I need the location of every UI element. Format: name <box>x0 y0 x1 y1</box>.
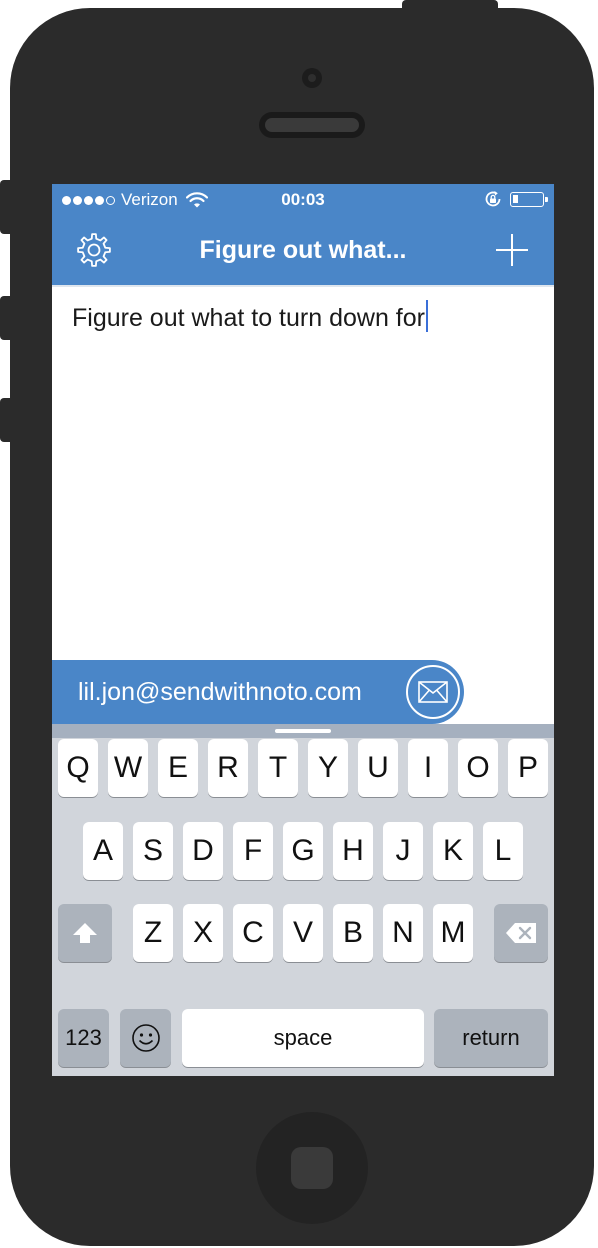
key-i[interactable]: I <box>408 739 448 797</box>
note-title: Figure out what... <box>199 236 407 264</box>
key-p[interactable]: P <box>508 739 548 797</box>
key-label: T <box>268 751 288 784</box>
new-note-button[interactable] <box>492 230 532 270</box>
text-caret <box>425 300 428 332</box>
home-button-square <box>291 1147 333 1189</box>
key-u[interactable]: U <box>358 739 398 797</box>
numbers-key-label: 123 <box>65 1025 102 1050</box>
shift-key[interactable] <box>58 904 112 962</box>
email-bar[interactable]: lil.jon@sendwithnoto.com <box>52 660 464 724</box>
screen: Verizon 00:03 Figure out what... Figure … <box>52 184 554 1076</box>
key-label: X <box>192 916 213 949</box>
return-key[interactable]: return <box>434 1009 548 1067</box>
key-a[interactable]: A <box>83 822 123 880</box>
key-label: Y <box>317 751 338 784</box>
key-k[interactable]: K <box>433 822 473 880</box>
emoji-key[interactable] <box>120 1009 171 1067</box>
key-g[interactable]: G <box>283 822 323 880</box>
battery-icon <box>510 191 548 207</box>
key-label: R <box>217 751 239 784</box>
key-c[interactable]: C <box>233 904 273 962</box>
key-label: E <box>167 751 188 784</box>
key-label: W <box>113 751 143 784</box>
key-label: F <box>243 834 263 867</box>
key-label: U <box>367 751 389 784</box>
key-o[interactable]: O <box>458 739 498 797</box>
note-text: Figure out what to turn down for <box>72 304 425 332</box>
key-x[interactable]: X <box>183 904 223 962</box>
key-t[interactable]: T <box>258 739 298 797</box>
gear-icon <box>77 233 111 267</box>
key-label: V <box>292 916 313 949</box>
key-label: L <box>494 834 512 867</box>
key-label: H <box>342 834 364 867</box>
key-label: G <box>291 834 315 867</box>
send-email-button[interactable] <box>406 665 460 719</box>
key-label: D <box>192 834 214 867</box>
key-label: C <box>242 916 264 949</box>
app-header: Verizon 00:03 Figure out what... <box>52 184 554 285</box>
status-right <box>484 190 548 208</box>
key-label: B <box>342 916 363 949</box>
key-label: M <box>440 916 466 949</box>
key-w[interactable]: W <box>108 739 148 797</box>
header-divider <box>52 285 554 287</box>
key-label: J <box>395 834 411 867</box>
key-label: Q <box>66 751 90 784</box>
key-label: S <box>142 834 163 867</box>
key-label: N <box>392 916 414 949</box>
key-v[interactable]: V <box>283 904 323 962</box>
key-d[interactable]: D <box>183 822 223 880</box>
backspace-icon <box>506 923 536 943</box>
key-n[interactable]: N <box>383 904 423 962</box>
key-label: K <box>442 834 463 867</box>
key-r[interactable]: R <box>208 739 248 797</box>
emoji-icon <box>131 1024 160 1052</box>
key-z[interactable]: Z <box>133 904 173 962</box>
navigation-bar: Figure out what... <box>52 216 554 285</box>
key-b[interactable]: B <box>333 904 373 962</box>
home-button[interactable] <box>256 1112 368 1224</box>
plus-icon <box>496 234 528 266</box>
status-time: 00:03 <box>281 190 325 209</box>
key-label: P <box>517 751 538 784</box>
envelope-icon <box>418 681 448 703</box>
key-q[interactable]: Q <box>58 739 98 797</box>
battery-level <box>513 194 518 203</box>
note-editor[interactable]: Figure out what to turn down for <box>72 300 428 333</box>
front-camera <box>302 68 322 88</box>
key-m[interactable]: M <box>433 904 473 962</box>
key-label: O <box>466 751 490 784</box>
key-y[interactable]: Y <box>308 739 348 797</box>
key-s[interactable]: S <box>133 822 173 880</box>
rotation-lock-icon <box>485 191 501 207</box>
earpiece-speaker <box>259 112 365 138</box>
numbers-key[interactable]: 123 <box>58 1009 109 1067</box>
key-e[interactable]: E <box>158 739 198 797</box>
space-key-label: space <box>273 1025 333 1050</box>
status-bar: Verizon 00:03 <box>52 184 554 216</box>
recipient-email: lil.jon@sendwithnoto.com <box>78 678 362 706</box>
key-label: I <box>423 751 433 784</box>
delete-key[interactable] <box>494 904 548 962</box>
key-h[interactable]: H <box>333 822 373 880</box>
shift-icon <box>73 923 97 943</box>
key-f[interactable]: F <box>233 822 273 880</box>
key-l[interactable]: L <box>483 822 523 880</box>
key-label: A <box>92 834 113 867</box>
settings-button[interactable] <box>74 230 114 270</box>
key-j[interactable]: J <box>383 822 423 880</box>
space-key[interactable]: space <box>182 1009 424 1067</box>
key-label: Z <box>143 916 163 949</box>
keyboard-grabber[interactable] <box>275 729 331 733</box>
keyboard: 123 space return QWERTYU IOP ASDFGHJKL ZXCV… <box>52 724 554 1076</box>
return-key-label: return <box>462 1025 520 1050</box>
